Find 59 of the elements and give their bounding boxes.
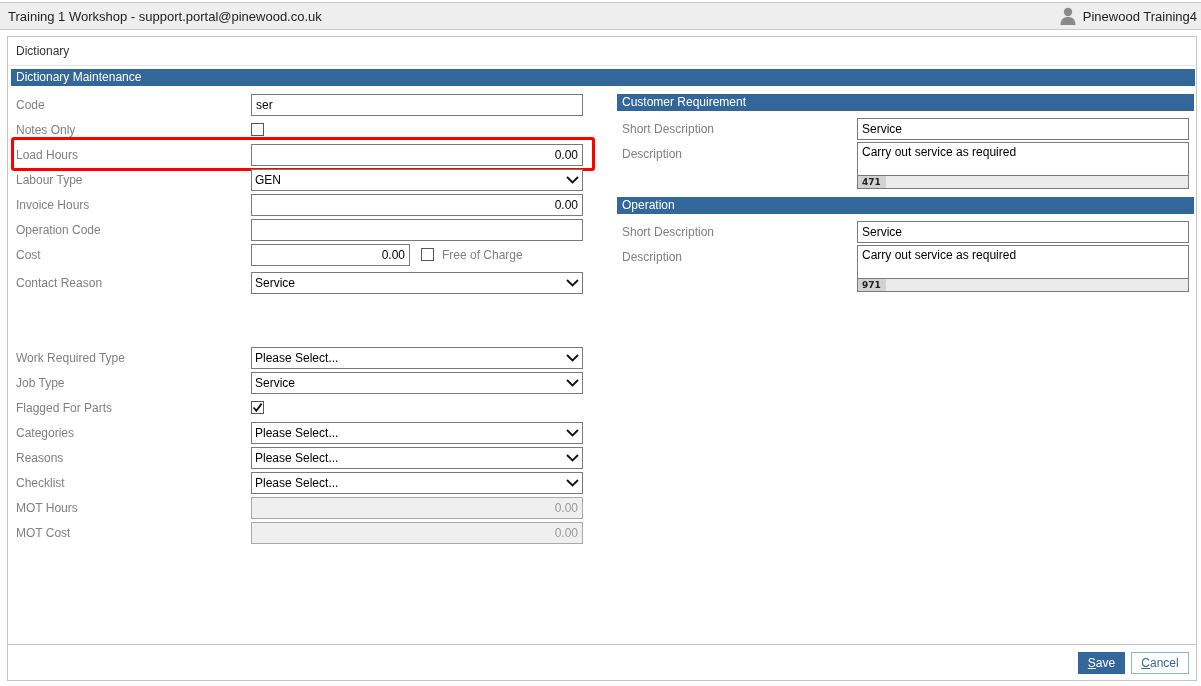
field-label: Cost <box>16 247 42 262</box>
number-field[interactable]: 0.00 <box>251 243 410 266</box>
chevron-down-icon <box>566 175 579 184</box>
dropdown[interactable]: Please Select... <box>251 421 583 444</box>
field-label: Contact Reason <box>16 275 104 290</box>
field-label: Labour Type <box>16 172 84 187</box>
window-title: Training 1 Workshop - support.portal@pinewood.co.uk <box>8 8 322 24</box>
chevron-down-icon <box>566 378 579 387</box>
chevron-down-icon <box>566 278 579 287</box>
cancel-button[interactable]: Cancel <box>1131 651 1189 674</box>
field-label: MOT Cost <box>16 525 72 540</box>
section-header: Customer Requirement <box>617 94 1194 111</box>
checkbox[interactable] <box>421 248 434 261</box>
checkbox[interactable] <box>251 123 264 136</box>
character-count: 971 <box>858 279 886 291</box>
field-label: Short Description <box>622 224 716 239</box>
dropdown[interactable]: GEN <box>251 168 583 191</box>
save-button[interactable]: Save <box>1078 651 1125 674</box>
panel-title: Dictionary <box>16 44 70 58</box>
field-label: Reasons <box>16 450 65 465</box>
field-label: Short Description <box>622 121 716 136</box>
user-name: Pinewood Training4 <box>1082 8 1197 24</box>
text-field[interactable]: ser <box>251 93 583 116</box>
field-label: Description <box>622 250 684 264</box>
chevron-down-icon <box>566 428 579 437</box>
dropdown[interactable]: Service <box>251 271 583 294</box>
checkbox[interactable] <box>251 401 264 414</box>
section-header: Dictionary Maintenance <box>11 69 1195 86</box>
section-header: Operation <box>617 197 1194 214</box>
dropdown[interactable]: Please Select... <box>251 446 583 469</box>
field-label: Notes Only <box>16 122 77 137</box>
description-field[interactable]: Carry out service as required <box>857 142 1189 176</box>
character-count: 471 <box>858 176 886 188</box>
field-label: Flagged For Parts <box>16 400 114 415</box>
field-label: Categories <box>16 425 76 440</box>
number-field[interactable]: 0.00 <box>251 143 583 166</box>
field-label: Invoice Hours <box>16 197 91 212</box>
field-label: MOT Hours <box>16 500 79 515</box>
field-label: Operation Code <box>16 222 102 237</box>
dropdown[interactable]: Service <box>251 371 583 394</box>
field-label: Checklist <box>16 475 66 490</box>
text-field[interactable]: Service <box>857 117 1189 140</box>
dropdown[interactable]: Please Select... <box>251 471 583 494</box>
chevron-down-icon <box>566 478 579 487</box>
chevron-down-icon <box>566 453 579 462</box>
chevron-down-icon <box>566 353 579 362</box>
field-label: Load Hours <box>16 147 80 162</box>
field-label: Job Type <box>16 375 66 390</box>
checkbox-label: Free of Charge <box>442 247 523 262</box>
checkmark-icon <box>252 402 263 413</box>
text-field[interactable]: Service <box>857 220 1189 243</box>
field-label: Description <box>622 147 684 161</box>
description-field[interactable]: Carry out service as required <box>857 245 1189 279</box>
dropdown[interactable]: Please Select... <box>251 346 583 369</box>
number-field[interactable]: 0.00 <box>251 193 583 216</box>
field-label: Work Required Type <box>16 350 126 365</box>
user-icon <box>1059 7 1076 25</box>
field-label: Code <box>16 97 46 112</box>
text-field[interactable] <box>251 218 583 241</box>
